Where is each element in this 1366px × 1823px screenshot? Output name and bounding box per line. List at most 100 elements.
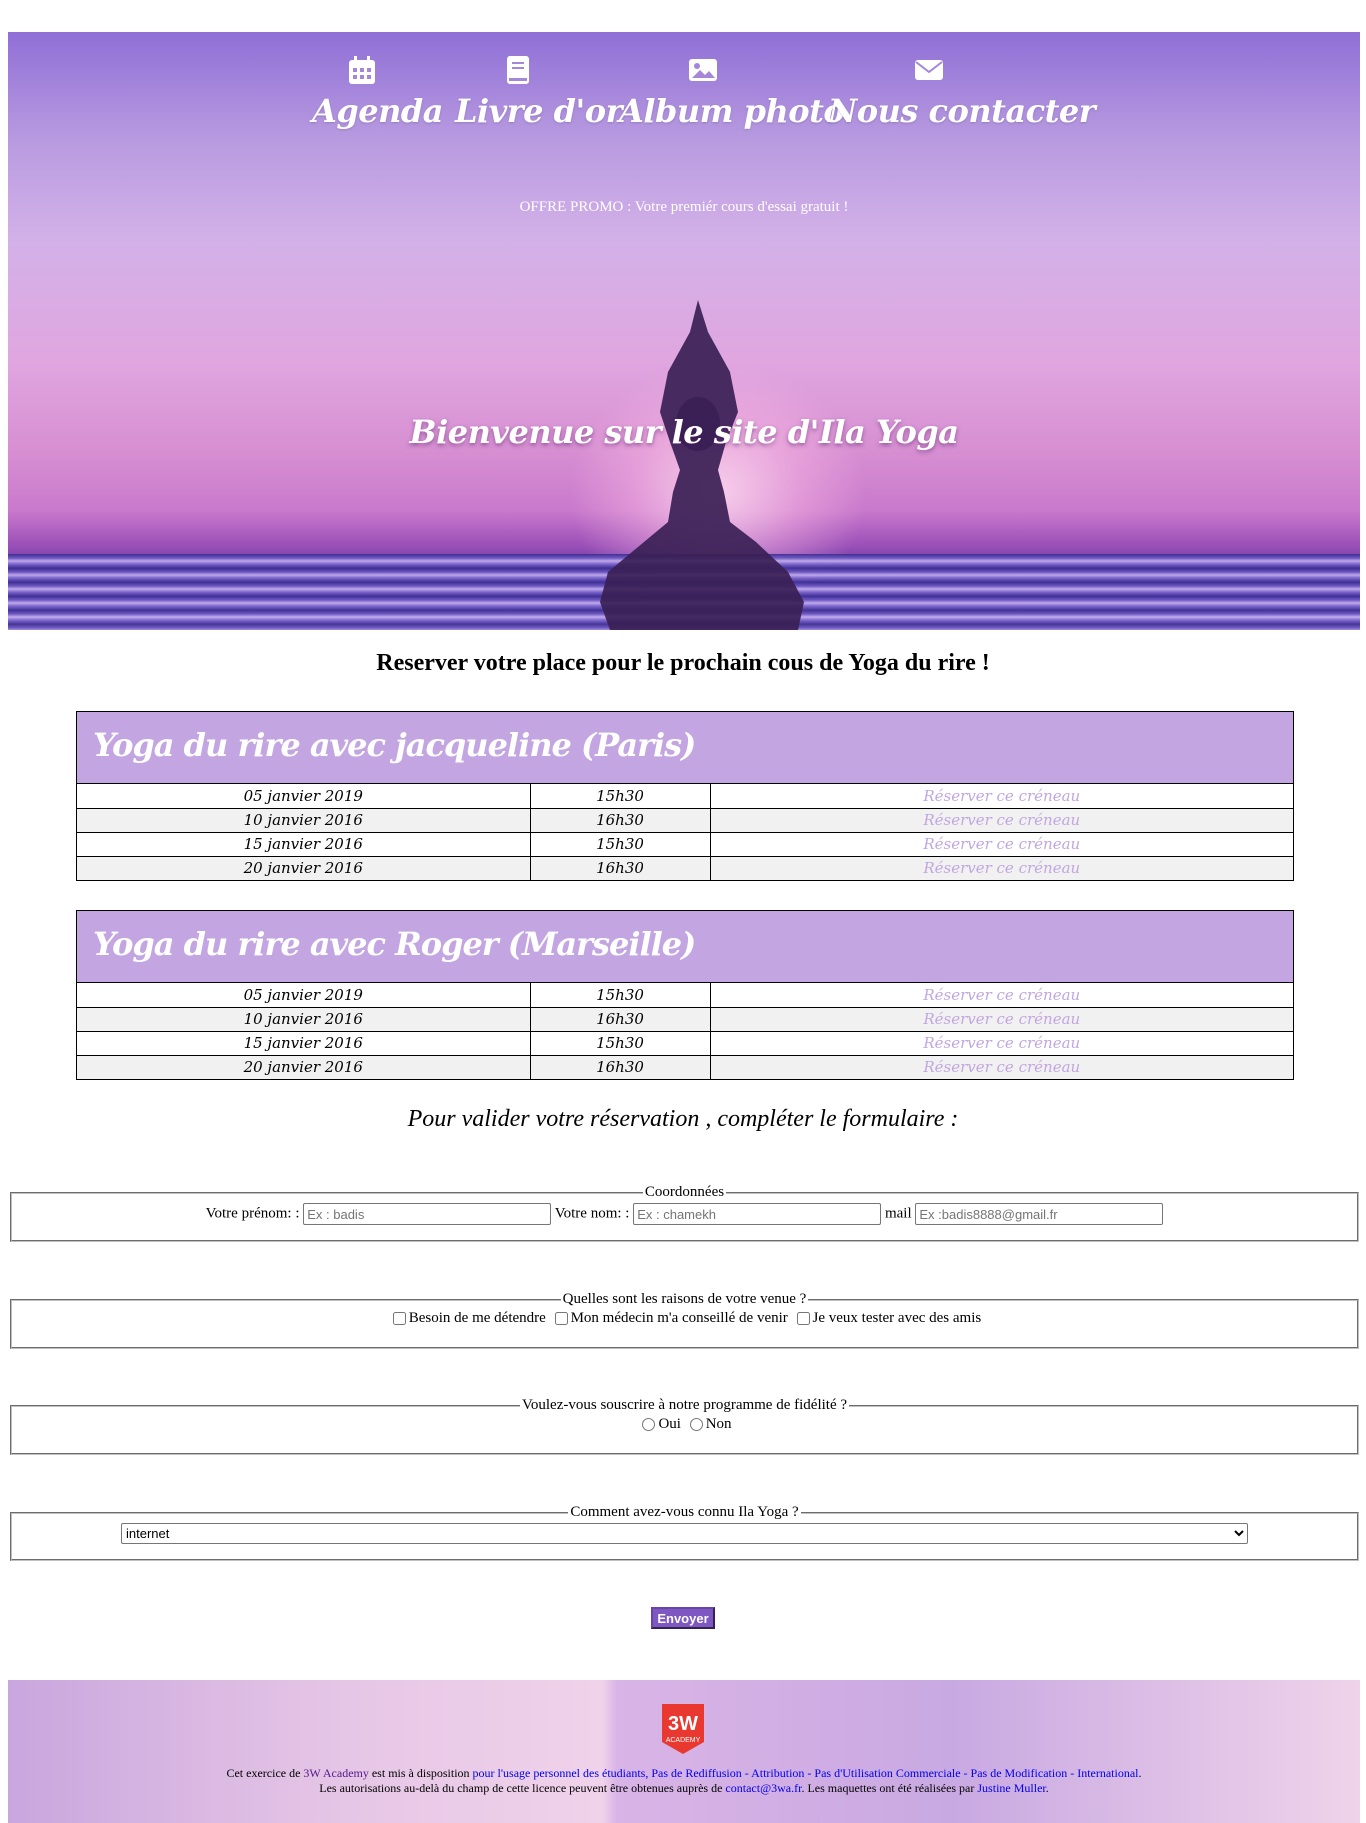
license-line-1: Cet exercice de 3W Academy est mis à dis… (8, 1766, 1360, 1781)
table-row: 15 janvier 2016 15h30 Réserver ce crénea… (77, 831, 1293, 857)
nom-input[interactable] (633, 1203, 882, 1225)
source-fieldset: Comment avez-vous connu Ila Yoga ? inter… (10, 1504, 1359, 1561)
calendar-icon (349, 56, 375, 84)
footer-text: Les autorisations au-delà du champ de ce… (319, 1781, 726, 1795)
svg-text:3W: 3W (668, 1713, 698, 1735)
nav-album-photo[interactable]: Album photo (619, 54, 845, 130)
reserve-title: Reserver votre place pour le prochain co… (376, 650, 990, 676)
fidelity-radio-oui[interactable] (642, 1418, 656, 1432)
3w-academy-logo: 3W ACADEMY (662, 1704, 704, 1754)
mail-label: mail (884, 1205, 912, 1222)
promo-banner: OFFRE PROMO : Votre premiér cours d'essa… (519, 199, 849, 215)
reserve-slot-link[interactable]: Réserver ce créneau (923, 986, 1080, 1004)
reason-checkbox-relax[interactable] (392, 1312, 406, 1326)
time-cell: 16h30 (529, 855, 711, 880)
date-cell: 20 janvier 2016 (77, 1054, 531, 1079)
license-line-2: Les autorisations au-delà du champ de ce… (8, 1781, 1360, 1796)
date-cell: 15 janvier 2016 (77, 1030, 531, 1056)
fieldset-legend: Quelles sont les raisons de votre venue … (562, 1291, 807, 1307)
reserve-slot-link[interactable]: Réserver ce créneau (923, 787, 1080, 805)
table-row: 05 janvier 2019 15h30 Réserver ce crénea… (77, 983, 1293, 1008)
reason-checkbox-doctor[interactable] (554, 1312, 568, 1326)
main-nav: Agenda Livre d'or Album photo Nous conta… (8, 32, 1360, 172)
time-cell: 16h30 (529, 1054, 711, 1079)
course-title: Yoga du rire avec jacqueline (Paris) (93, 726, 696, 764)
date-cell: 20 janvier 2016 (77, 855, 531, 880)
reserve-slot-link[interactable]: Réserver ce créneau (923, 811, 1080, 829)
radio-label: Non (705, 1416, 732, 1432)
table-row: 10 janvier 2016 16h30 Réserver ce crénea… (77, 807, 1293, 833)
course-header: Yoga du rire avec Roger (Marseille) (77, 911, 1293, 983)
date-cell: 10 janvier 2016 (77, 807, 531, 833)
nav-label: Nous contacter (828, 92, 1096, 130)
book-cell: Réserver ce créneau (709, 1054, 1293, 1079)
table-row: 05 janvier 2019 15h30 Réserver ce crénea… (77, 784, 1293, 809)
date-cell: 10 janvier 2016 (77, 1006, 531, 1032)
nav-livre-dor[interactable]: Livre d'or (455, 54, 622, 130)
nav-label: Agenda (312, 92, 443, 130)
submit-button[interactable]: Envoyer (651, 1607, 715, 1629)
fieldset-legend: Voulez-vous souscrire à notre programme … (521, 1397, 848, 1413)
checkbox-label: Mon médecin m'a conseillé de venir (570, 1310, 788, 1326)
book-cell: Réserver ce créneau (709, 855, 1293, 880)
book-cell: Réserver ce créneau (709, 784, 1293, 809)
mail-input[interactable] (915, 1203, 1164, 1225)
envelope-icon (915, 60, 943, 80)
footer-text: . (1138, 1766, 1142, 1780)
radio-label: Oui (658, 1416, 681, 1432)
book-icon (507, 56, 529, 84)
time-cell: 16h30 (529, 1006, 711, 1032)
contact-email-link[interactable]: contact@3wa.fr (725, 1781, 801, 1795)
prenom-label: Votre prénom: : (205, 1205, 300, 1222)
time-cell: 15h30 (529, 831, 711, 857)
time-cell: 16h30 (529, 807, 711, 833)
time-cell: 15h30 (529, 1030, 711, 1056)
course-table-paris: Yoga du rire avec jacqueline (Paris) 05 … (76, 711, 1294, 881)
table-row: 10 janvier 2016 16h30 Réserver ce crénea… (77, 1006, 1293, 1032)
author-link[interactable]: Justine Muller (977, 1781, 1045, 1795)
checkbox-label: Besoin de me détendre (408, 1310, 546, 1326)
form-intro: Pour valider votre réservation , complét… (407, 1106, 959, 1132)
book-cell: Réserver ce créneau (709, 831, 1293, 857)
source-select[interactable]: internet (121, 1523, 1248, 1544)
welcome-title: Bienvenue sur le site d'Ila Yoga (409, 413, 959, 451)
footer-text: Cet exercice de (226, 1766, 304, 1780)
nom-label: Votre nom: : (554, 1205, 630, 1222)
table-row: 20 janvier 2016 16h30 Réserver ce crénea… (77, 1054, 1293, 1079)
footer-text: . (1045, 1781, 1049, 1795)
fieldset-legend: Comment avez-vous connu Ila Yoga ? (570, 1504, 799, 1520)
reserve-slot-link[interactable]: Réserver ce créneau (923, 1058, 1080, 1076)
svg-text:ACADEMY: ACADEMY (666, 1737, 701, 1744)
date-cell: 05 janvier 2019 (77, 983, 531, 1008)
reason-checkbox-friends[interactable] (796, 1312, 810, 1326)
reserve-slot-link[interactable]: Réserver ce créneau (923, 1034, 1080, 1052)
reserve-slot-link[interactable]: Réserver ce créneau (923, 859, 1080, 877)
coordinates-fieldset: Coordonnées Votre prénom: : Votre nom: :… (10, 1184, 1359, 1242)
book-cell: Réserver ce créneau (709, 807, 1293, 833)
course-table-marseille: Yoga du rire avec Roger (Marseille) 05 j… (76, 910, 1294, 1080)
reserve-slot-link[interactable]: Réserver ce créneau (923, 835, 1080, 853)
table-row: 15 janvier 2016 15h30 Réserver ce crénea… (77, 1030, 1293, 1056)
3w-academy-link[interactable]: 3W Academy (303, 1766, 368, 1780)
nav-label: Album photo (619, 92, 845, 130)
fieldset-legend: Coordonnées (644, 1184, 725, 1200)
date-cell: 15 janvier 2016 (77, 831, 531, 857)
book-cell: Réserver ce créneau (709, 983, 1293, 1008)
checkbox-label: Je veux tester avec des amis (812, 1310, 982, 1326)
reserve-slot-link[interactable]: Réserver ce créneau (923, 1010, 1080, 1028)
fidelity-radio-non[interactable] (689, 1418, 703, 1432)
nav-label: Livre d'or (455, 92, 622, 130)
time-cell: 15h30 (529, 983, 711, 1008)
nav-agenda[interactable]: Agenda (312, 54, 443, 130)
table-row: 20 janvier 2016 16h30 Réserver ce crénea… (77, 855, 1293, 880)
footer: 3W ACADEMY Cet exercice de 3W Academy es… (8, 1680, 1360, 1823)
date-cell: 05 janvier 2019 (77, 784, 531, 809)
license-link[interactable]: pour l'usage personnel des étudiants, Pa… (473, 1766, 1139, 1780)
course-header: Yoga du rire avec jacqueline (Paris) (77, 712, 1293, 784)
nav-contact[interactable]: Nous contacter (828, 54, 1096, 130)
image-icon (689, 59, 717, 81)
footer-text: . Les maquettes ont été réalisées par (801, 1781, 978, 1795)
prenom-input[interactable] (303, 1203, 552, 1225)
footer-text: est mis à disposition (368, 1766, 473, 1780)
hero-banner: Agenda Livre d'or Album photo Nous conta… (8, 32, 1360, 630)
